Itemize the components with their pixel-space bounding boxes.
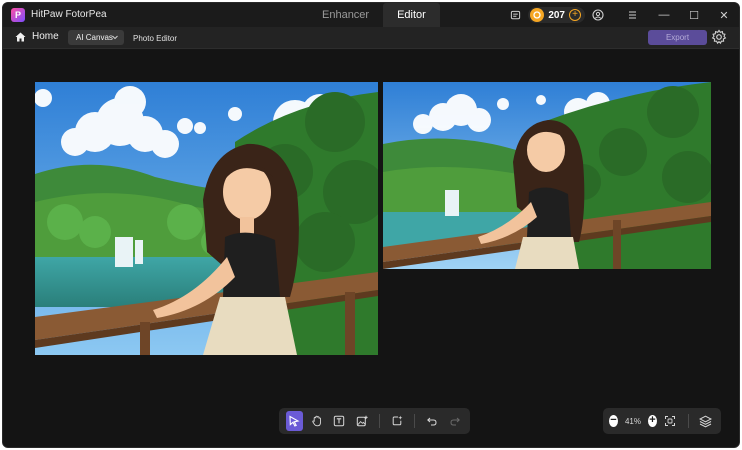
app-title: HitPaw FotorPea bbox=[31, 9, 107, 20]
image-add-icon bbox=[356, 415, 368, 427]
add-image-tool[interactable] bbox=[353, 411, 370, 431]
minimize-button[interactable]: — bbox=[649, 3, 679, 27]
select-tool[interactable] bbox=[285, 411, 303, 431]
account-icon[interactable] bbox=[587, 4, 609, 26]
close-button[interactable]: ✕ bbox=[709, 3, 739, 27]
message-icon[interactable] bbox=[504, 4, 526, 26]
hand-icon bbox=[312, 415, 321, 427]
generated-image-2[interactable] bbox=[383, 82, 711, 269]
menu-icon[interactable] bbox=[621, 4, 643, 26]
undo-button[interactable] bbox=[424, 411, 441, 431]
zoom-controls: − 41% + bbox=[603, 408, 721, 434]
zoom-out-button[interactable]: − bbox=[609, 415, 618, 427]
home-icon bbox=[15, 32, 26, 41]
zoom-level: 41% bbox=[624, 416, 641, 426]
generated-image-1[interactable] bbox=[35, 82, 378, 355]
fit-screen-button[interactable] bbox=[663, 411, 678, 431]
tool-divider bbox=[378, 414, 380, 428]
app-logo-icon: P bbox=[11, 8, 25, 22]
redo-button[interactable] bbox=[446, 411, 463, 431]
ai-sparkle-icon bbox=[392, 415, 403, 426]
hand-tool[interactable] bbox=[308, 411, 325, 431]
credits-badge[interactable]: 207 + bbox=[528, 7, 585, 23]
coin-icon bbox=[530, 8, 545, 22]
gear-icon[interactable] bbox=[711, 29, 727, 50]
redo-icon bbox=[450, 417, 460, 426]
text-tool[interactable] bbox=[330, 411, 347, 431]
undo-icon bbox=[427, 417, 437, 426]
zoom-divider bbox=[688, 414, 690, 428]
canvas-select[interactable]: AI Canvas bbox=[68, 30, 124, 45]
maximize-button[interactable]: ☐ bbox=[679, 3, 709, 27]
title-bar: P HitPaw FotorPea Enhancer Editor 207 + bbox=[3, 3, 739, 27]
cursor-icon bbox=[289, 415, 300, 427]
titlebar-actions: 207 + — ☐ ✕ bbox=[504, 3, 739, 27]
add-credits-icon[interactable]: + bbox=[569, 9, 581, 21]
fit-screen-icon bbox=[665, 416, 676, 426]
canvas-select-value: AI Canvas bbox=[76, 33, 113, 42]
ai-generate-tool[interactable] bbox=[388, 411, 405, 431]
mode-tabs: Enhancer Editor bbox=[308, 3, 440, 27]
breadcrumb: Photo Editor bbox=[133, 34, 178, 43]
zoom-in-button[interactable]: + bbox=[647, 415, 657, 427]
layers-icon bbox=[698, 415, 712, 427]
layers-button[interactable] bbox=[698, 411, 713, 431]
credit-count: 207 bbox=[548, 9, 565, 21]
tool-bar bbox=[279, 408, 470, 434]
home-label: Home bbox=[32, 31, 59, 42]
tool-divider bbox=[414, 414, 416, 428]
text-icon bbox=[333, 415, 345, 427]
home-button[interactable]: Home bbox=[15, 31, 59, 42]
export-button[interactable]: Export bbox=[648, 30, 707, 45]
chevron-down-icon bbox=[112, 35, 118, 40]
tab-enhancer[interactable]: Enhancer bbox=[308, 3, 383, 27]
tab-editor[interactable]: Editor bbox=[383, 3, 440, 27]
app-window: P HitPaw FotorPea Enhancer Editor 207 + bbox=[2, 2, 740, 448]
editor-toolbar: Home AI Canvas Photo Editor Export bbox=[3, 27, 739, 49]
canvas-area[interactable]: − 41% + bbox=[3, 50, 739, 447]
